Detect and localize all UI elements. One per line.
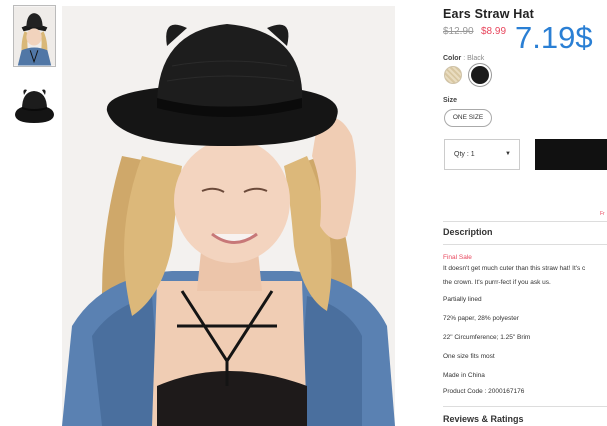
chevron-down-icon: ▼ [505,151,511,157]
divider [443,406,607,407]
description-detail: 72% paper, 28% polyester [443,315,519,322]
product-title: Ears Straw Hat [443,7,535,21]
description-heading[interactable]: Description [443,227,493,237]
thumbnail-hat-image [13,77,56,139]
divider [443,221,607,222]
description-detail: 22" Circumference; 1.25" Brim [443,334,531,341]
color-label-text: Color [443,55,462,62]
quantity-select[interactable]: Qty : 1 ▼ [444,139,520,170]
color-label: Color : Black [443,55,484,62]
product-code: Product Code : 2000167176 [443,388,525,395]
model-wearing-hat-illustration [62,6,395,426]
add-to-bag-button[interactable] [535,139,607,170]
thumbnail-model-image [14,6,55,66]
description-detail: Made in China [443,372,485,379]
main-product-image[interactable] [62,6,395,426]
size-label: Size [443,97,458,104]
product-detail-panel: Ears Straw Hat $12.90 $8.99 7.19$ Color … [443,0,607,426]
sale-price: $8.99 [481,26,507,37]
description-text: the crown. It's purrr-fect if you ask us… [443,279,551,286]
original-price: $12.90 [443,26,474,37]
reviews-heading[interactable]: Reviews & Ratings [443,414,524,424]
thumbnail-model[interactable] [13,5,56,67]
price-overlay-annotation: 7.19$ [515,20,593,55]
divider [443,244,607,245]
selected-color: Black [467,55,485,62]
color-swatch-black[interactable] [471,66,489,84]
quantity-value: Qty : 1 [454,151,475,158]
thumbnail-list [13,5,57,149]
thumbnail-hat[interactable] [13,77,56,139]
color-label-separator: : [463,55,466,62]
description-detail: Partially lined [443,296,482,303]
final-sale-label: Final Sale [443,254,472,261]
description-text: It doesn't get much cuter than this stra… [443,265,586,272]
color-swatch-natural[interactable] [444,66,462,84]
description-detail: One size fits most [443,353,495,360]
size-option-one-size[interactable]: ONE SIZE [444,109,492,127]
free-shipping-text: Fr [600,211,605,217]
